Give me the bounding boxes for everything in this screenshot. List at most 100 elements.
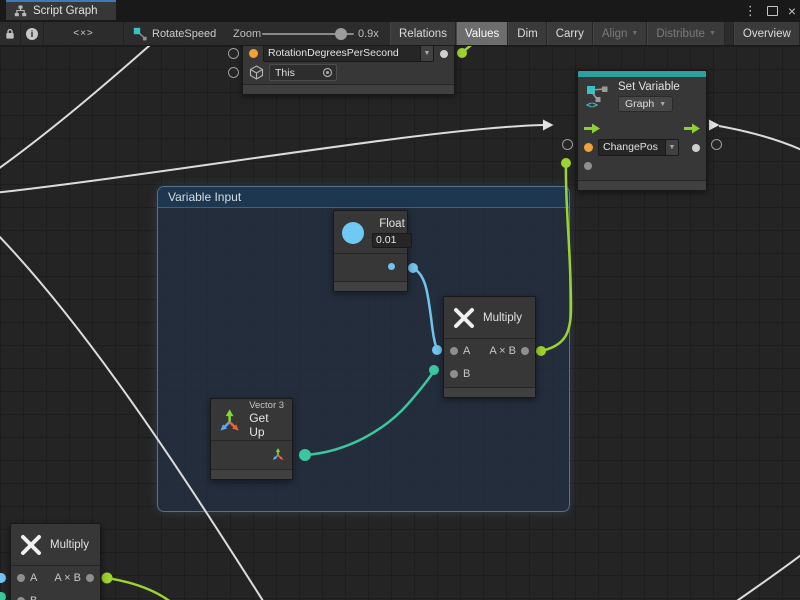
float-icon — [342, 222, 364, 244]
chevron-down-icon: ▼ — [709, 30, 716, 37]
zoom-to-fit-button[interactable]: <×> — [44, 22, 124, 45]
node-title: Set Variable — [618, 81, 680, 93]
wire-endpoint — [561, 158, 571, 168]
node-title: Multiply — [50, 539, 89, 551]
scope-value: Graph — [625, 98, 654, 110]
target-object-field[interactable]: This — [269, 64, 337, 81]
port-label: B — [30, 595, 37, 600]
node-title: Multiply — [483, 312, 522, 324]
value-bubble — [228, 48, 239, 59]
value-port[interactable] — [440, 50, 448, 58]
wire-endpoint — [101, 572, 112, 583]
wire-endpoint — [0, 592, 6, 600]
toolbar-button-carry[interactable]: Carry — [547, 22, 593, 45]
port-label: A × B — [54, 572, 81, 584]
value-port[interactable] — [584, 143, 593, 152]
cube-icon — [249, 65, 264, 80]
flow-arrowhead — [709, 119, 719, 130]
variable-name-value: ChangePos — [598, 139, 666, 156]
value-port[interactable] — [450, 370, 458, 378]
set-variable-icon: <> — [584, 83, 611, 110]
graph-toolbar: i <×> RotateSpeed Zoom 0.9x Relations Va… — [0, 22, 800, 46]
value-port[interactable] — [692, 144, 700, 152]
toolbar-button-overview[interactable]: Overview — [734, 22, 800, 45]
tab-title: Script Graph — [33, 5, 98, 17]
script-graph-canvas[interactable]: Variable Input — [0, 0, 800, 600]
value-port[interactable] — [17, 574, 25, 582]
vector3-port-icon[interactable] — [271, 447, 285, 461]
toolbar-button-values[interactable]: Values — [456, 22, 508, 45]
chevron-down-icon[interactable]: ▼ — [666, 139, 679, 156]
group-header[interactable]: Variable Input — [158, 187, 569, 208]
value-port[interactable] — [450, 347, 458, 355]
node-get-up[interactable]: Vector 3 Get Up — [210, 398, 293, 480]
svg-text:<>: <> — [586, 100, 598, 110]
graph-node-icon — [133, 27, 147, 41]
flow-wire — [719, 126, 800, 151]
target-value: This — [275, 67, 295, 79]
group-title: Variable Input — [168, 190, 241, 204]
chevron-down-icon: ▼ — [631, 30, 638, 37]
chevron-down-icon[interactable]: ▼ — [421, 45, 434, 62]
port-label: A × B — [489, 345, 516, 357]
value-port[interactable] — [249, 49, 258, 58]
maximize-icon[interactable] — [767, 6, 778, 16]
node-footer — [243, 84, 454, 94]
value-port[interactable] — [17, 597, 25, 600]
tab-bar: Script Graph ⋮ × — [0, 0, 800, 22]
flow-wire — [0, 38, 158, 172]
node-set-variable[interactable]: <> Set Variable Graph ▼ ChangePos ▼ — [577, 70, 707, 191]
toolbar-button-relations[interactable]: Relations — [390, 22, 456, 45]
info-icon: i — [26, 28, 38, 40]
node-title: Get Up — [249, 411, 286, 439]
tab-script-graph[interactable]: Script Graph — [6, 0, 116, 20]
value-port[interactable] — [86, 574, 94, 582]
flow-in-port[interactable] — [584, 123, 600, 134]
variable-name-dropdown[interactable]: ChangePos ▼ — [598, 139, 679, 156]
value-bubble — [562, 139, 573, 150]
node-footer — [334, 281, 407, 291]
graph-tree-icon — [14, 5, 27, 17]
flow-arrowhead — [543, 119, 553, 130]
variable-name-dropdown[interactable]: RotationDegreesPerSecond ▼ — [263, 45, 434, 62]
toolbar-button-dim[interactable]: Dim — [508, 22, 546, 45]
menu-icon[interactable]: ⋮ — [744, 0, 757, 22]
node-multiply-bottom[interactable]: Multiply A A × B B — [10, 523, 101, 600]
node-float-literal[interactable]: Float — [333, 210, 408, 292]
variable-name-value: RotationDegreesPerSecond — [263, 45, 421, 62]
wire-endpoint — [0, 573, 6, 583]
flow-out-port[interactable] — [684, 123, 700, 134]
multiply-x-icon — [452, 306, 476, 330]
flow-wire — [734, 553, 800, 600]
value-wire-green — [107, 578, 172, 600]
lock-icon — [5, 28, 15, 40]
value-port[interactable] — [521, 347, 529, 355]
node-footer — [578, 180, 706, 190]
graph-name: RotateSpeed — [152, 28, 216, 40]
float-value-input[interactable] — [372, 233, 412, 248]
toolbar-separator — [725, 22, 734, 45]
scope-dropdown[interactable]: Graph ▼ — [618, 96, 673, 112]
fit-icon: <×> — [73, 28, 94, 39]
inspect-button[interactable]: i — [21, 22, 44, 45]
node-multiply-top[interactable]: Multiply A A × B B — [443, 296, 536, 398]
lock-button[interactable] — [0, 22, 21, 45]
port-label: A — [30, 572, 37, 584]
toolbar-button-align[interactable]: Align▼ — [593, 22, 648, 45]
flow-wire — [0, 125, 543, 193]
value-bubble — [711, 139, 722, 150]
toolbar-button-distribute[interactable]: Distribute▼ — [647, 22, 725, 45]
value-port[interactable] — [388, 263, 395, 270]
zoom-slider-handle[interactable] — [335, 28, 347, 40]
port-label: B — [463, 368, 470, 380]
value-bubble — [228, 67, 239, 78]
node-title: Float — [372, 218, 412, 230]
zoom-value: 0.9x — [358, 22, 379, 45]
close-icon[interactable]: × — [788, 0, 796, 22]
object-picker-icon[interactable] — [322, 67, 333, 78]
value-port[interactable] — [584, 162, 592, 170]
zoom-label: Zoom — [233, 22, 261, 45]
multiply-x-icon — [19, 533, 43, 557]
node-footer — [444, 387, 535, 397]
node-footer — [211, 469, 292, 479]
